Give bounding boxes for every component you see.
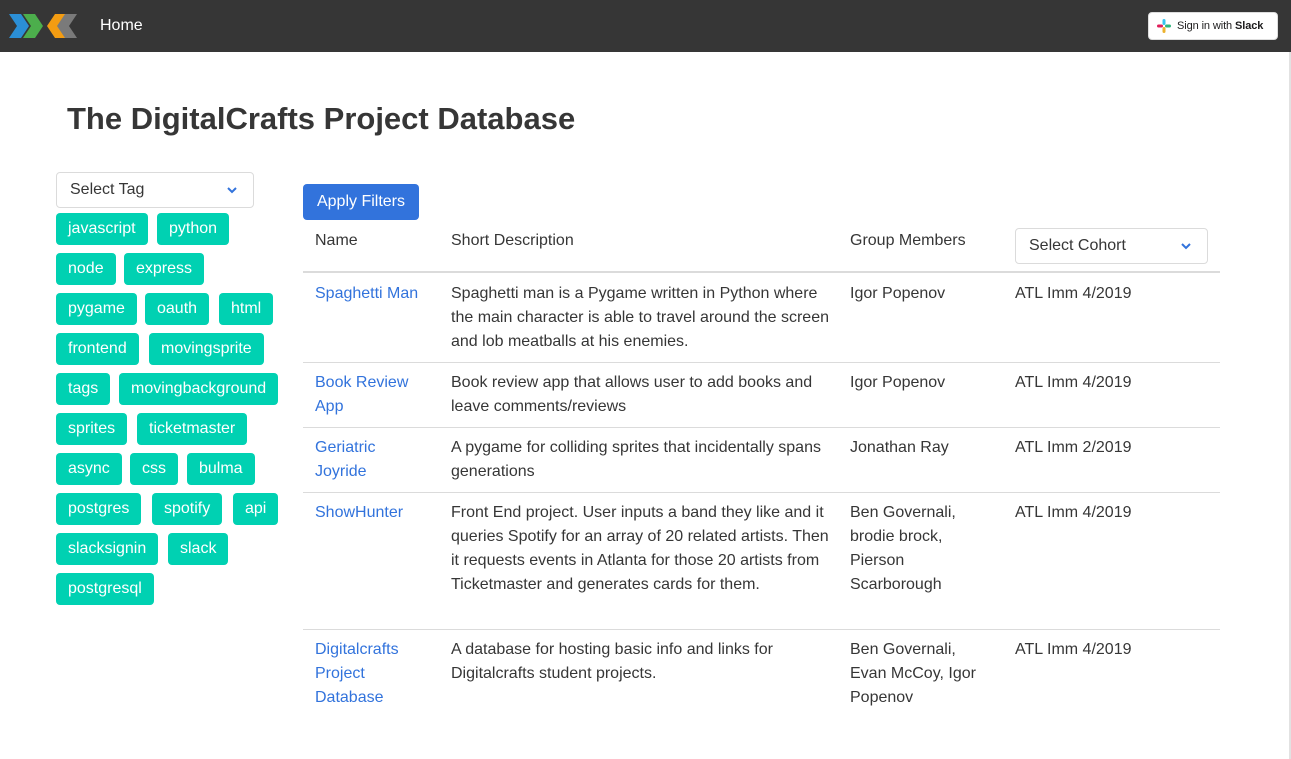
project-members: Igor Popenov: [850, 285, 946, 302]
slack-button-label: Sign in with Slack: [1177, 20, 1264, 32]
project-cohort: ATL Imm 4/2019: [1015, 374, 1132, 391]
tag-node[interactable]: node: [56, 253, 116, 285]
row-divider: [303, 427, 1220, 428]
row-divider: [303, 629, 1220, 630]
tag-spotify[interactable]: spotify: [152, 493, 223, 525]
tag-slacksignin[interactable]: slacksignin: [56, 533, 159, 565]
apply-filters-button[interactable]: Apply Filters: [303, 184, 419, 220]
column-header-description: Short Description: [451, 232, 574, 249]
tag-select-value: Select Tag: [70, 181, 145, 198]
project-members: Ben Governali, Evan McCoy, Igor Popenov: [850, 641, 976, 706]
column-header-name: Name: [315, 232, 358, 249]
cohort-select-value: Select Cohort: [1029, 237, 1126, 254]
project-link-geriatric-joyride[interactable]: Geriatric Joyride: [315, 436, 405, 484]
project-description: Front End project. User inputs a band th…: [451, 504, 829, 593]
tag-movingsprite[interactable]: movingsprite: [149, 333, 264, 365]
tag-express[interactable]: express: [124, 253, 205, 285]
cohort-select[interactable]: Select Cohort: [1015, 228, 1208, 264]
project-link-spaghetti-man[interactable]: Spaghetti Man: [315, 282, 435, 306]
tag-movingbackground[interactable]: movingbackground: [119, 373, 279, 405]
tag-pygame[interactable]: pygame: [56, 293, 137, 325]
project-members: Ben Governali, brodie brock, Pierson Sca…: [850, 504, 956, 593]
project-description: A database for hosting basic info and li…: [451, 641, 773, 682]
nav-home-link[interactable]: Home: [100, 17, 143, 35]
sign-in-with-slack-button[interactable]: Sign in with Slack: [1148, 12, 1278, 40]
tag-frontend[interactable]: frontend: [56, 333, 139, 365]
tag-async[interactable]: async: [56, 453, 122, 485]
project-members: Jonathan Ray: [850, 439, 949, 456]
project-cohort: ATL Imm 4/2019: [1015, 504, 1132, 521]
tag-python[interactable]: python: [157, 213, 230, 245]
chevron-down-icon: [227, 187, 237, 194]
tag-javascript[interactable]: javascript: [56, 213, 148, 245]
top-navbar: Home Sign in with Slack: [0, 0, 1291, 52]
project-link-book-review-app[interactable]: Book Review App: [315, 371, 435, 419]
digitalcrafts-logo-icon[interactable]: [9, 12, 77, 40]
slack-icon: [1157, 19, 1171, 33]
project-cohort: ATL Imm 4/2019: [1015, 285, 1132, 302]
row-divider: [303, 492, 1220, 493]
project-cohort: ATL Imm 2/2019: [1015, 439, 1132, 456]
project-description: A pygame for colliding sprites that inci…: [451, 439, 821, 480]
tag-ticketmaster[interactable]: ticketmaster: [137, 413, 248, 445]
tag-oauth[interactable]: oauth: [145, 293, 210, 325]
tag-html[interactable]: html: [219, 293, 274, 325]
table-header-divider: [303, 271, 1220, 273]
tag-bulma[interactable]: bulma: [187, 453, 255, 485]
page-title: The DigitalCrafts Project Database: [67, 101, 576, 136]
chevron-down-icon: [1181, 243, 1191, 250]
column-header-members: Group Members: [850, 232, 966, 249]
tag-slack[interactable]: slack: [168, 533, 229, 565]
tag-tags[interactable]: tags: [56, 373, 111, 405]
tag-select[interactable]: Select Tag: [56, 172, 254, 208]
project-link-showhunter[interactable]: ShowHunter: [315, 501, 435, 525]
row-divider: [303, 362, 1220, 363]
project-members: Igor Popenov: [850, 374, 946, 391]
tag-postgres[interactable]: postgres: [56, 493, 142, 525]
project-description: Book review app that allows user to add …: [451, 374, 813, 415]
project-cohort: ATL Imm 4/2019: [1015, 641, 1132, 658]
tag-api[interactable]: api: [233, 493, 279, 525]
tag-postgresql[interactable]: postgresql: [56, 573, 154, 605]
tag-sprites[interactable]: sprites: [56, 413, 128, 445]
project-link-digitalcrafts-project-database[interactable]: Digitalcrafts Project Database: [315, 638, 415, 710]
tag-css[interactable]: css: [130, 453, 178, 485]
project-description: Spaghetti man is a Pygame written in Pyt…: [451, 285, 829, 350]
